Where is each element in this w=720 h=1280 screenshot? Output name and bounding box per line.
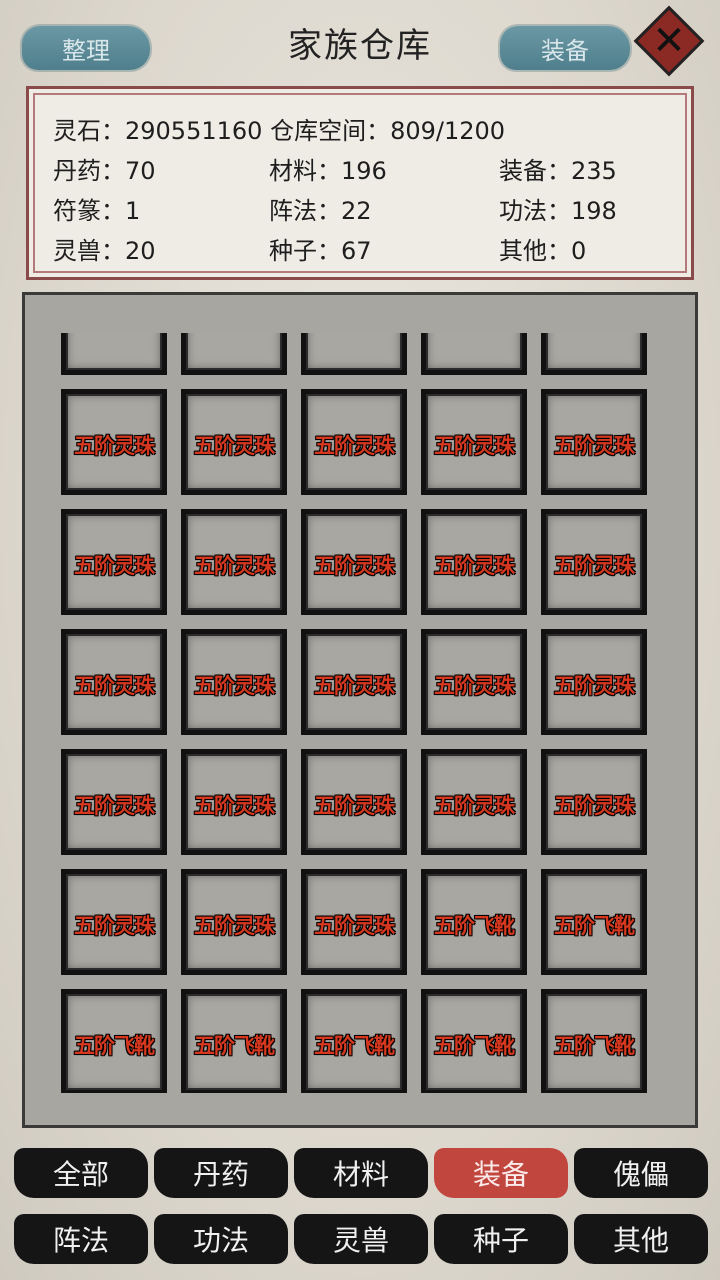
warehouse-summary-panel: 灵石：290551160 仓库空间：809/1200 丹药：70 材料：196 … <box>26 86 694 280</box>
item-slot[interactable]: 五阶灵珠 <box>421 629 527 735</box>
item-slot[interactable]: 五阶灵珠 <box>301 869 407 975</box>
equip-button[interactable]: 装备 <box>500 26 630 70</box>
capacity-count: 仓库空间：809/1200 <box>270 117 506 145</box>
item-slot[interactable]: 五阶飞靴 <box>181 989 287 1093</box>
item-name: 五阶灵珠 <box>554 434 635 458</box>
tab-others[interactable]: 其他 <box>574 1214 708 1264</box>
item-name: 五阶飞靴 <box>434 1034 515 1058</box>
item-slot[interactable]: 五阶灵珠 <box>181 749 287 855</box>
item-slot[interactable]: 五阶灵珠 <box>181 869 287 975</box>
item-slot[interactable] <box>61 333 167 375</box>
item-name: 五阶灵珠 <box>314 434 395 458</box>
item-name: 五阶灵珠 <box>434 794 515 818</box>
item-name: 五阶灵珠 <box>314 914 395 938</box>
item-name: 五阶灵珠 <box>194 674 275 698</box>
item-slot[interactable]: 五阶飞靴 <box>541 989 647 1093</box>
tab-puppets[interactable]: 傀儡 <box>574 1148 708 1198</box>
tab-all[interactable]: 全部 <box>14 1148 148 1198</box>
item-slot[interactable]: 五阶灵珠 <box>421 389 527 495</box>
item-slot[interactable]: 五阶飞靴 <box>421 989 527 1093</box>
item-slot[interactable]: 五阶灵珠 <box>181 389 287 495</box>
tab-spirit-beasts[interactable]: 灵兽 <box>294 1214 428 1264</box>
item-slot[interactable]: 五阶灵珠 <box>301 389 407 495</box>
seed-count: 种子：67 <box>269 237 372 265</box>
item-slot[interactable]: 五阶飞靴 <box>61 989 167 1093</box>
item-name: 五阶灵珠 <box>434 434 515 458</box>
item-name: 五阶灵珠 <box>434 674 515 698</box>
item-slot[interactable]: 五阶灵珠 <box>541 629 647 735</box>
formation-count: 阵法：22 <box>269 197 372 225</box>
tab-equipment[interactable]: 装备 <box>434 1148 568 1198</box>
item-slot[interactable]: 五阶灵珠 <box>301 749 407 855</box>
summary-top-line: 灵石：290551160 仓库空间：809/1200 <box>53 111 505 146</box>
item-name: 五阶灵珠 <box>194 794 275 818</box>
item-slot[interactable]: 五阶飞靴 <box>541 869 647 975</box>
item-name: 五阶灵珠 <box>314 794 395 818</box>
item-name: 五阶飞靴 <box>74 1034 155 1058</box>
tab-seeds[interactable]: 种子 <box>434 1214 568 1264</box>
pill-count: 丹药：70 <box>53 157 156 185</box>
item-name: 五阶飞靴 <box>554 1034 635 1058</box>
item-grid-panel[interactable]: 五阶灵珠 五阶灵珠 五阶灵珠 五阶灵珠 五阶灵珠 五阶灵珠 五阶灵珠 五阶灵珠 五阶灵珠 五阶灵珠… <box>22 292 698 1128</box>
close-icon: ✕ <box>652 18 686 64</box>
item-slot[interactable]: 五阶灵珠 <box>181 629 287 735</box>
technique-count: 功法：198 <box>499 197 617 225</box>
tab-techniques[interactable]: 功法 <box>154 1214 288 1264</box>
item-name: 五阶灵珠 <box>314 554 395 578</box>
item-name: 五阶灵珠 <box>314 674 395 698</box>
item-slot[interactable] <box>181 333 287 375</box>
item-name: 五阶灵珠 <box>554 794 635 818</box>
item-name: 五阶灵珠 <box>554 554 635 578</box>
item-slot[interactable]: 五阶灵珠 <box>61 509 167 615</box>
item-slot[interactable]: 五阶灵珠 <box>61 389 167 495</box>
item-slot[interactable]: 五阶灵珠 <box>301 509 407 615</box>
equipment-count: 装备：235 <box>499 157 617 185</box>
item-name: 五阶飞靴 <box>194 1034 275 1058</box>
item-name: 五阶灵珠 <box>194 554 275 578</box>
item-name: 五阶灵珠 <box>554 674 635 698</box>
item-slot[interactable] <box>301 333 407 375</box>
tab-formations[interactable]: 阵法 <box>14 1214 148 1264</box>
item-grid[interactable]: 五阶灵珠 五阶灵珠 五阶灵珠 五阶灵珠 五阶灵珠 五阶灵珠 五阶灵珠 五阶灵珠 五阶灵珠 五阶灵珠… <box>61 333 661 1093</box>
item-name: 五阶飞靴 <box>314 1034 395 1058</box>
item-slot[interactable]: 五阶灵珠 <box>541 749 647 855</box>
spirit-beast-count: 灵兽：20 <box>53 237 156 265</box>
item-slot[interactable]: 五阶灵珠 <box>541 509 647 615</box>
other-count: 其他：0 <box>499 237 587 265</box>
item-slot[interactable]: 五阶灵珠 <box>61 749 167 855</box>
item-name: 五阶灵珠 <box>74 674 155 698</box>
item-slot[interactable]: 五阶灵珠 <box>541 389 647 495</box>
item-name: 五阶灵珠 <box>194 434 275 458</box>
item-name: 五阶灵珠 <box>74 554 155 578</box>
item-name: 五阶灵珠 <box>74 914 155 938</box>
item-name: 五阶飞靴 <box>434 914 515 938</box>
item-slot[interactable]: 五阶灵珠 <box>61 869 167 975</box>
item-slot[interactable]: 五阶灵珠 <box>61 629 167 735</box>
spirit-stone-count: 灵石：290551160 <box>53 117 263 145</box>
category-tabs: 全部 丹药 材料 装备 傀儡 阵法 功法 灵兽 种子 其他 <box>0 1142 720 1280</box>
item-slot[interactable]: 五阶灵珠 <box>421 509 527 615</box>
tab-pills[interactable]: 丹药 <box>154 1148 288 1198</box>
item-slot[interactable]: 五阶飞靴 <box>421 869 527 975</box>
material-count: 材料：196 <box>269 157 387 185</box>
item-name: 五阶灵珠 <box>434 554 515 578</box>
item-slot[interactable] <box>541 333 647 375</box>
item-name: 五阶飞靴 <box>554 914 635 938</box>
talisman-count: 符篆：1 <box>53 197 141 225</box>
item-name: 五阶灵珠 <box>194 914 275 938</box>
item-slot[interactable] <box>421 333 527 375</box>
item-slot[interactable]: 五阶灵珠 <box>181 509 287 615</box>
tab-materials[interactable]: 材料 <box>294 1148 428 1198</box>
item-name: 五阶灵珠 <box>74 794 155 818</box>
top-bar: 整理 家族仓库 装备 ✕ <box>0 0 720 80</box>
item-slot[interactable]: 五阶灵珠 <box>421 749 527 855</box>
item-name: 五阶灵珠 <box>74 434 155 458</box>
item-slot[interactable]: 五阶飞靴 <box>301 989 407 1093</box>
item-slot[interactable]: 五阶灵珠 <box>301 629 407 735</box>
